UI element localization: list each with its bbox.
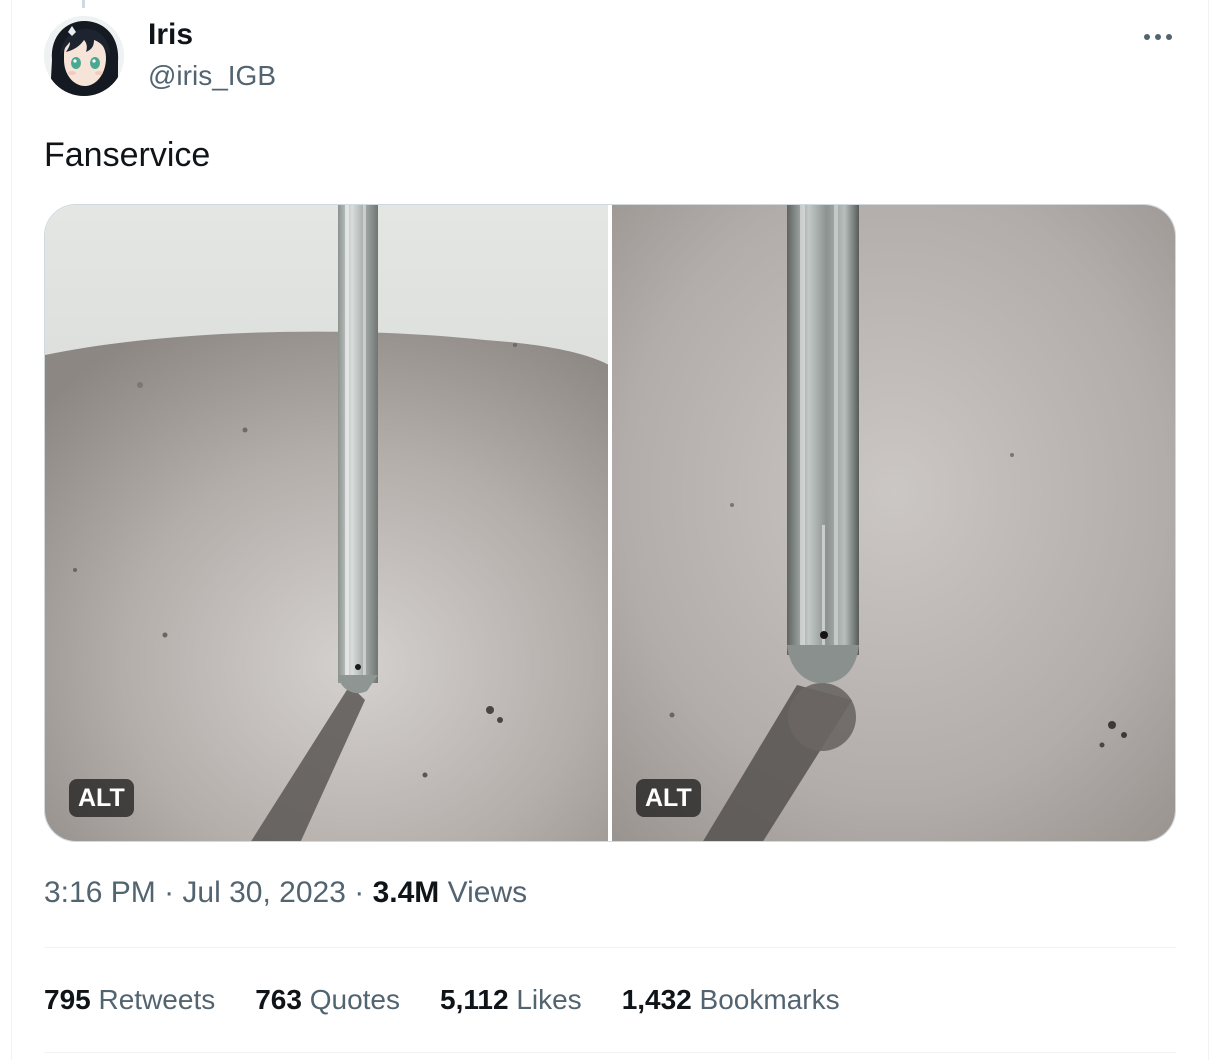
stat-count: 1,432: [621, 984, 692, 1015]
media-grid: ALT ALT: [44, 204, 1176, 842]
photo-left-image: [45, 205, 608, 841]
divider-bottom: [44, 1052, 1176, 1053]
alt-text-badge[interactable]: ALT: [636, 779, 701, 817]
stat-likes[interactable]: 5,112 Likes: [440, 984, 582, 1016]
views-count: 3.4M: [372, 876, 440, 909]
engagement-stats: 795 Retweets 763 Quotes 5,112 Likes 1,43…: [44, 984, 880, 1016]
more-options-button[interactable]: [1138, 22, 1178, 52]
avatar[interactable]: [44, 16, 124, 96]
tweet-meta: 3:16 PM · Jul 30, 2023 · 3.4M Views: [44, 876, 527, 910]
tweet-time[interactable]: 3:16 PM: [44, 876, 156, 909]
stat-quotes[interactable]: 763 Quotes: [255, 984, 400, 1016]
stat-retweets[interactable]: 795 Retweets: [44, 984, 215, 1016]
author-name[interactable]: Iris: [148, 18, 193, 52]
stat-count: 763: [255, 984, 302, 1015]
avatar-image: [44, 16, 124, 96]
meta-separator: ·: [354, 876, 365, 909]
meta-separator: ·: [164, 876, 175, 909]
alt-text-badge[interactable]: ALT: [69, 779, 134, 817]
photo-right-image: [612, 205, 1175, 841]
author-handle[interactable]: @iris_IGB: [148, 60, 276, 92]
tweet-text: Fanservice: [44, 136, 211, 174]
views-label: Views: [447, 876, 528, 909]
divider-top: [44, 947, 1176, 948]
stat-label: Likes: [516, 984, 582, 1015]
column-border-right: [1208, 0, 1209, 1060]
stat-bookmarks[interactable]: 1,432 Bookmarks: [622, 984, 840, 1016]
thread-connector-line: [82, 0, 85, 8]
stat-label: Quotes: [309, 984, 400, 1015]
photo-left[interactable]: ALT: [45, 205, 608, 841]
stat-label: Retweets: [98, 984, 216, 1015]
column-border-left: [11, 0, 12, 1060]
photo-right[interactable]: ALT: [612, 205, 1175, 841]
stat-count: 795: [44, 984, 91, 1015]
tweet-detail: Iris @iris_IGB Fanservice ALT ALT 3:16 P…: [0, 0, 1220, 1060]
stat-label: Bookmarks: [699, 984, 840, 1015]
tweet-date[interactable]: Jul 30, 2023: [182, 876, 345, 909]
ellipsis-icon: [1144, 34, 1172, 40]
stat-count: 5,112: [440, 984, 509, 1015]
